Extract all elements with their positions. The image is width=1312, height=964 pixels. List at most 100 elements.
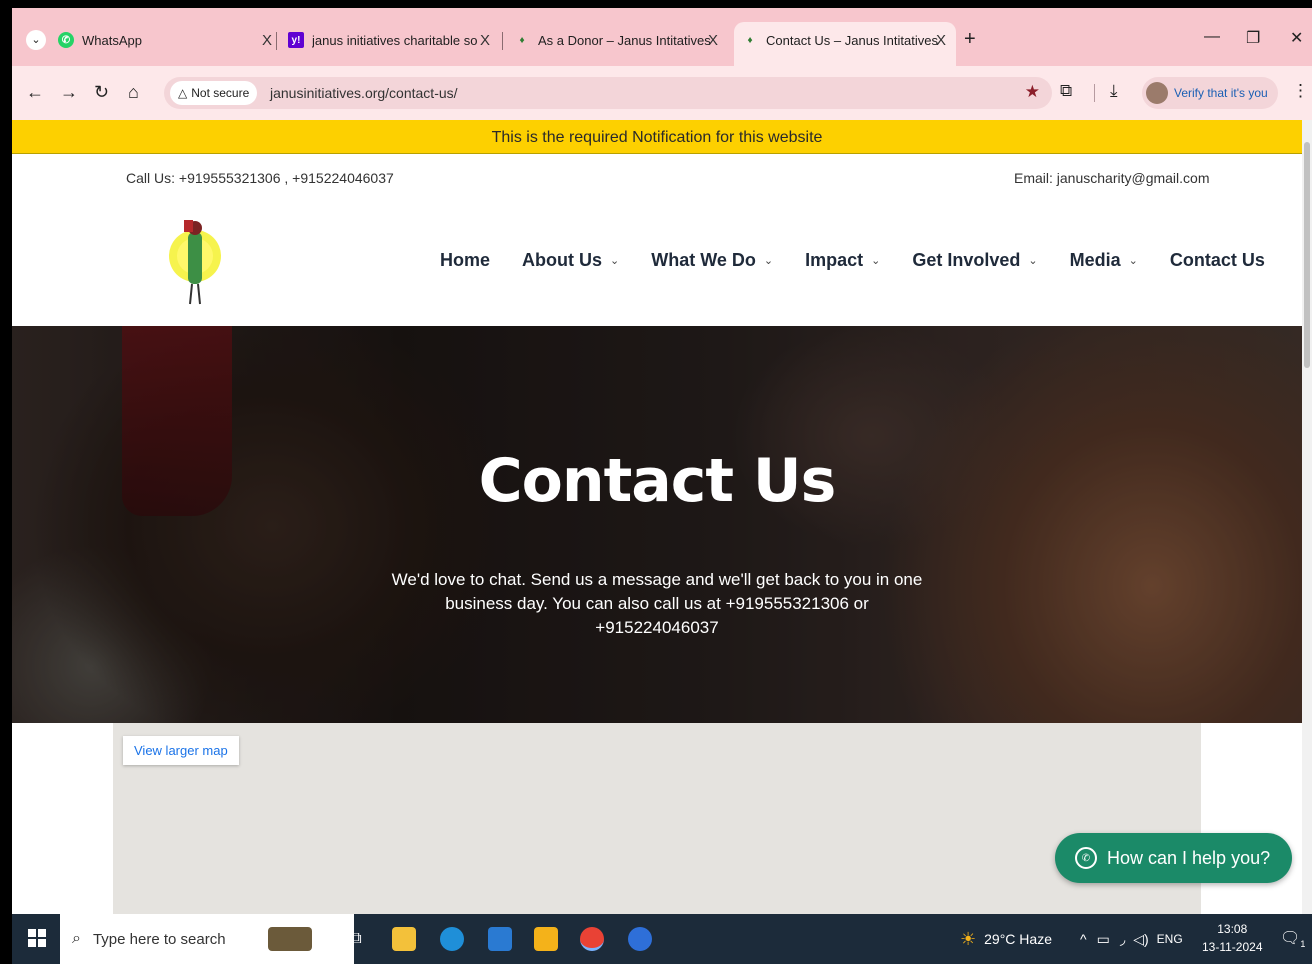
embedded-map[interactable]: View larger map [113, 723, 1201, 914]
address-bar[interactable]: △ Not secure janusinitiatives.org/contac… [164, 77, 1052, 109]
avatar [1146, 82, 1168, 104]
tab-title: As a Donor – Janus Intitatives [538, 32, 711, 48]
call-us-text: Call Us: +919555321306 , +915224046037 [126, 170, 394, 186]
tab-as-a-donor[interactable]: ♦ As a Donor – Janus Intitatives X [506, 22, 728, 58]
edge-icon[interactable] [440, 927, 464, 951]
tab-close-icon[interactable]: X [708, 32, 718, 49]
site-security-chip[interactable]: △ Not secure [170, 81, 258, 105]
profile-verify-button[interactable]: Verify that it's you [1142, 77, 1278, 109]
tab-title: Contact Us – Janus Intitatives [766, 32, 938, 48]
clock-time: 13:08 [1217, 922, 1248, 936]
tab-close-icon[interactable]: X [936, 32, 946, 49]
contact-topbar: Call Us: +919555321306 , +915224046037 E… [12, 154, 1302, 204]
chrome-icon[interactable] [580, 927, 604, 951]
windows-taskbar: ⌕ Type here to search ⧉ ☀ 29°C Haze ^ ▭ … [12, 914, 1312, 964]
tab-close-icon[interactable]: X [262, 32, 272, 49]
profile-label: Verify that it's you [1174, 86, 1268, 100]
wifi-icon[interactable]: ◞ [1120, 931, 1125, 948]
weather-widget[interactable]: ☀ 29°C Haze [960, 914, 1052, 964]
url-text[interactable]: janusinitiatives.org/contact-us/ [270, 85, 458, 101]
nav-label: Home [440, 250, 491, 270]
chevron-down-icon: ⌄ [610, 255, 620, 267]
page-title: Contact Us [478, 446, 837, 516]
tab-contact-us[interactable]: ♦ Contact Us – Janus Intitatives X [734, 22, 956, 66]
mail-icon[interactable] [488, 927, 512, 951]
language-indicator[interactable]: ENG [1157, 932, 1183, 946]
toolbar-divider [1094, 84, 1095, 102]
whatsapp-chat-button[interactable]: ✆ How can I help you? [1055, 833, 1293, 883]
nav-label: Impact [805, 250, 864, 270]
system-tray: ^ ▭ ◞ ◁) ENG [1080, 914, 1183, 964]
nav-about-us[interactable]: About Us ⌄ [522, 250, 619, 271]
clock-date: 13-11-2024 [1202, 940, 1263, 954]
copilot-icon[interactable] [628, 927, 652, 951]
page-scrollbar[interactable] [1302, 120, 1312, 914]
bookmark-star-icon[interactable]: ★ [1025, 82, 1040, 102]
site-header: Home About Us ⌄ What We Do ⌄ Impact ⌄ Get I… [12, 204, 1302, 326]
page-viewport: This is the required Notification for th… [12, 120, 1302, 914]
window-close-icon[interactable]: ✕ [1290, 28, 1303, 48]
search-highlight-icon[interactable] [268, 927, 312, 951]
whatsapp-icon: ✆ [58, 32, 74, 48]
nav-label: Media [1069, 250, 1121, 270]
back-icon[interactable]: ← [26, 82, 44, 103]
nav-label: About Us [522, 250, 603, 270]
more-menu-icon[interactable]: ⋮ [1292, 81, 1309, 101]
download-icon[interactable]: ⤓ [1110, 81, 1118, 101]
extensions-puzzle-icon[interactable]: ⧉ [1060, 81, 1072, 101]
chevron-down-icon: ⌄ [1028, 255, 1038, 267]
tab-title: janus initiatives charitable socie [312, 32, 478, 48]
view-larger-map-link[interactable]: View larger map [123, 736, 239, 765]
whatsapp-icon: ✆ [1075, 847, 1097, 869]
chevron-down-icon: ⌄ [763, 255, 774, 267]
file-explorer-icon[interactable] [392, 927, 416, 951]
hero-description: We'd love to chat. Send us a message and… [391, 570, 923, 637]
nav-home[interactable]: Home [440, 250, 490, 271]
tab-search-chevron-icon[interactable]: ⌄ [26, 30, 46, 50]
weather-text: 29°C Haze [984, 931, 1052, 947]
tab-whatsapp[interactable]: ✆ WhatsApp X [50, 22, 282, 58]
weather-haze-icon: ☀ [960, 928, 977, 949]
tab-yahoo-search[interactable]: y! janus initiatives charitable socie X [280, 22, 500, 58]
home-icon[interactable]: ⌂ [128, 82, 139, 103]
tab-close-icon[interactable]: X [480, 32, 490, 49]
task-view-icon[interactable]: ⧉ [344, 927, 368, 951]
warning-triangle-icon: △ [178, 86, 188, 100]
nav-get-involved[interactable]: Get Involved ⌄ [912, 250, 1037, 271]
nav-label: Contact Us [1169, 250, 1265, 270]
search-placeholder: Type here to search [92, 930, 226, 948]
nav-impact[interactable]: Impact ⌄ [805, 250, 880, 271]
forward-icon[interactable]: → [60, 82, 78, 103]
screen: ⌄ ✆ WhatsApp X y! janus initiatives char… [0, 0, 1312, 964]
chevron-down-icon: ⌄ [871, 255, 881, 267]
email-text: Email: januscharity@gmail.com [1014, 170, 1210, 186]
scrollbar-thumb[interactable] [1304, 142, 1310, 368]
main-navigation: Home About Us ⌄ What We Do ⌄ Impact ⌄ Get I… [440, 250, 1297, 271]
nav-what-we-do[interactable]: What We Do ⌄ [651, 250, 773, 271]
new-tab-button[interactable]: + [964, 28, 976, 51]
hero-overlay [12, 326, 1302, 723]
nav-media[interactable]: Media ⌄ [1070, 250, 1138, 271]
tab-divider [276, 32, 277, 50]
hero-banner: Contact Us We'd love to chat. Send us a … [12, 326, 1302, 723]
volume-icon[interactable]: ◁) [1133, 931, 1148, 948]
site-logo[interactable] [164, 214, 226, 308]
janus-icon: ♦ [747, 34, 753, 46]
chevron-down-icon: ⌄ [1128, 255, 1138, 267]
minimize-icon[interactable]: — [1204, 28, 1220, 46]
notification-center-icon[interactable]: 🗨1 [1280, 928, 1305, 949]
browser-toolbar: ← → ↻ ⌂ △ Not secure janusinitiatives.or… [12, 66, 1312, 120]
nav-label: Get Involved [912, 250, 1021, 270]
store-icon[interactable] [534, 927, 558, 951]
battery-icon[interactable]: ▭ [1097, 931, 1110, 948]
windows-start-icon[interactable] [28, 929, 46, 947]
tray-chevron-up-icon[interactable]: ^ [1080, 931, 1087, 947]
restore-icon[interactable]: ❐ [1246, 28, 1260, 48]
nav-contact-us[interactable]: Contact Us [1170, 250, 1265, 271]
browser-tab-strip: ⌄ ✆ WhatsApp X y! janus initiatives char… [12, 8, 1312, 66]
notification-bar: This is the required Notification for th… [12, 120, 1302, 154]
reload-icon[interactable]: ↻ [94, 82, 109, 103]
clock[interactable]: 13:08 13-11-2024 [1202, 920, 1263, 956]
notification-count: 1 [1300, 939, 1306, 950]
search-icon: ⌕ [72, 930, 81, 947]
